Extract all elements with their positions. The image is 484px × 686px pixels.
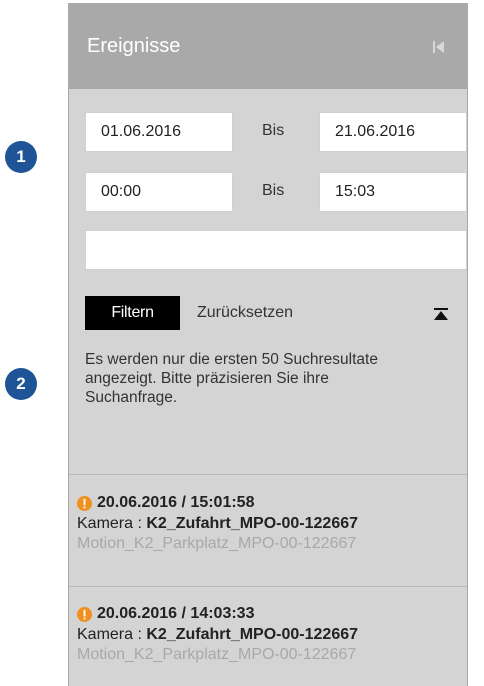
event-datetime: 20.06.2016 / 14:03:33 bbox=[97, 605, 255, 622]
time-to-field[interactable]: 15:03 bbox=[319, 172, 467, 212]
divider bbox=[69, 586, 467, 587]
reset-link[interactable]: Zurücksetzen bbox=[197, 304, 293, 322]
skip-to-start-icon[interactable] bbox=[433, 40, 445, 54]
panel-header: Ereignisse bbox=[69, 4, 467, 89]
divider bbox=[69, 474, 467, 475]
event-camera-label: Kamera : bbox=[77, 515, 142, 532]
filter-button[interactable]: Filtern bbox=[85, 296, 180, 330]
event-datetime: 20.06.2016 / 15:01:58 bbox=[97, 494, 255, 511]
time-from-field[interactable]: 00:00 bbox=[85, 172, 233, 212]
text-filter-input[interactable] bbox=[85, 230, 467, 270]
collapse-up-icon[interactable] bbox=[434, 308, 448, 321]
callout-1: 1 bbox=[5, 141, 37, 173]
time-range-separator: Bis bbox=[262, 182, 285, 199]
date-range-separator: Bis bbox=[262, 122, 285, 139]
event-detail: Motion_K2_Parkplatz_MPO-00-122667 bbox=[77, 646, 357, 663]
event-camera-label: Kamera : bbox=[77, 626, 142, 643]
event-camera: K2_Zufahrt_MPO-00-122667 bbox=[146, 626, 359, 643]
panel-title: Ereignisse bbox=[87, 35, 181, 57]
event-item[interactable]: 20.06.2016 / 14:03:33 Kamera : K2_Zufahr… bbox=[77, 604, 462, 665]
date-to-field[interactable]: 21.06.2016 bbox=[319, 112, 467, 152]
result-limit-info: Es werden nur die ersten 50 Suchresultat… bbox=[85, 351, 378, 406]
warning-icon bbox=[77, 495, 92, 511]
event-item[interactable]: 20.06.2016 / 15:01:58 Kamera : K2_Zufahr… bbox=[77, 493, 462, 554]
date-from-field[interactable]: 01.06.2016 bbox=[85, 112, 233, 152]
events-panel: Ereignisse 01.06.2016 Bis 21.06.2016 00:… bbox=[68, 3, 468, 686]
callout-2: 2 bbox=[5, 368, 37, 400]
event-detail: Motion_K2_Parkplatz_MPO-00-122667 bbox=[77, 535, 357, 552]
warning-icon bbox=[77, 606, 92, 622]
event-camera: K2_Zufahrt_MPO-00-122667 bbox=[146, 515, 359, 532]
